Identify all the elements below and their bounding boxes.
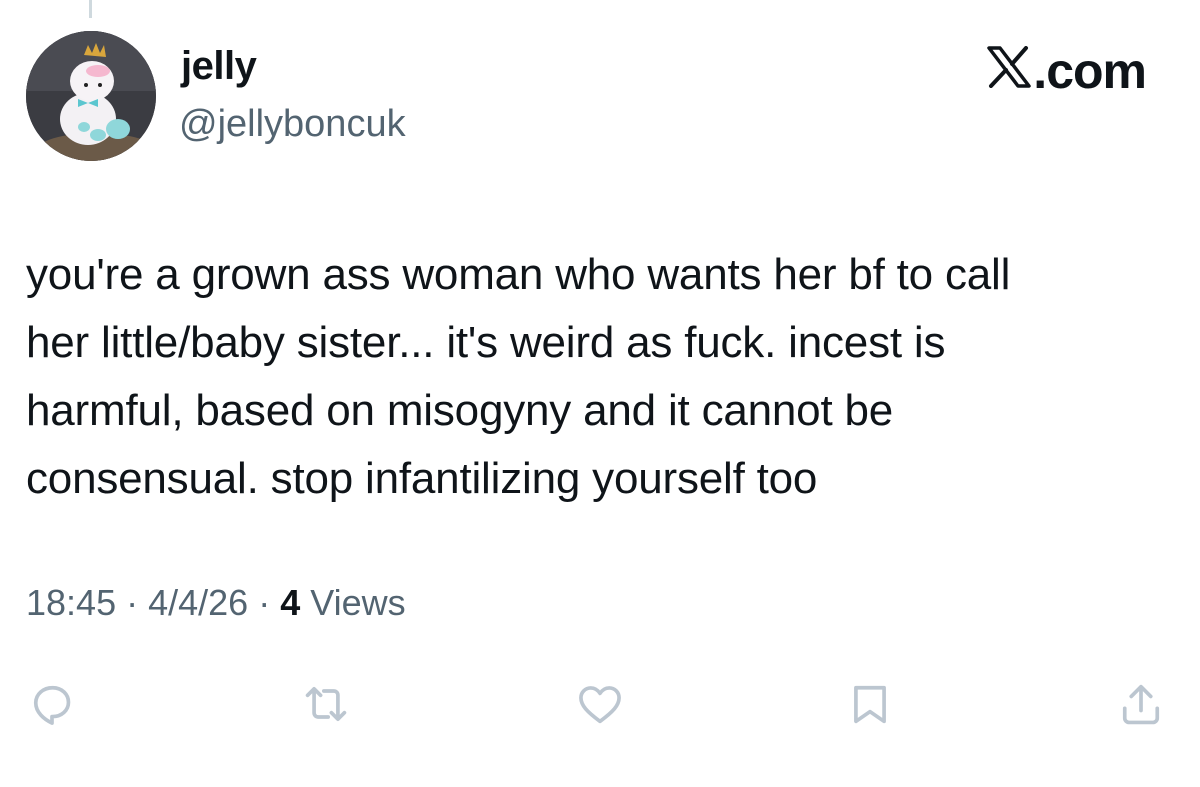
display-name[interactable]: jelly	[181, 44, 257, 89]
reply-button[interactable]	[24, 676, 80, 732]
bookmark-button[interactable]	[842, 676, 898, 732]
reply-icon	[33, 685, 71, 725]
thread-connector-line	[89, 0, 92, 18]
brand-watermark: .com	[987, 42, 1147, 100]
x-logo-icon	[987, 42, 1032, 100]
brand-domain: .com	[1033, 43, 1147, 99]
like-icon	[579, 686, 621, 724]
share-button[interactable]	[1113, 676, 1169, 732]
user-handle[interactable]: @jellyboncuk	[179, 103, 406, 146]
repost-icon	[305, 686, 347, 722]
meta-separator: ·	[258, 582, 271, 623]
repost-button[interactable]	[298, 676, 354, 732]
unicorn-avatar-image	[26, 31, 156, 161]
tweet-text: you're a grown ass woman who wants her b…	[26, 250, 1011, 503]
meta-separator: ·	[126, 582, 139, 623]
like-button[interactable]	[572, 676, 628, 732]
avatar[interactable]	[26, 31, 156, 161]
bookmark-icon	[854, 685, 886, 724]
views-label: Views	[310, 582, 406, 623]
tweet-meta: 18:45 · 4/4/26 · 4 Views	[26, 582, 406, 624]
share-icon	[1122, 684, 1160, 725]
action-bar	[0, 676, 1200, 736]
views-count: 4	[280, 582, 301, 623]
tweet-date[interactable]: 4/4/26	[148, 582, 248, 624]
tweet-time[interactable]: 18:45	[26, 582, 116, 624]
